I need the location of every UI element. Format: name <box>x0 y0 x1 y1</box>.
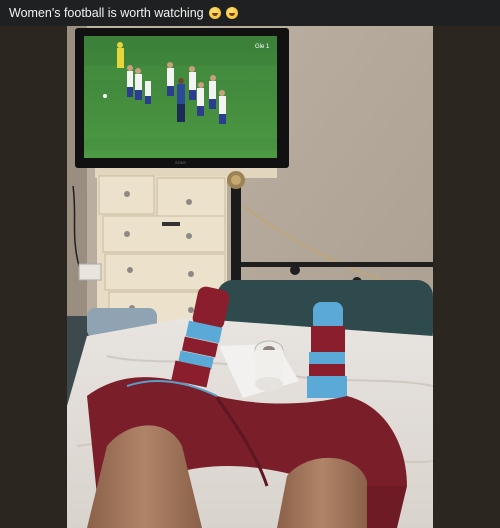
television: Gle 1 SONY <box>75 28 289 168</box>
laughing-emoji-icon <box>208 7 221 19</box>
tv-brand: SONY <box>175 160 187 165</box>
post-caption: Women's football is worth watching <box>9 6 204 20</box>
post-header: Women's football is worth watching <box>0 0 500 26</box>
tv-score-overlay: Gle 1 <box>255 44 270 50</box>
right-sock <box>307 302 347 398</box>
post-photo[interactable]: Gle 1 SONY <box>67 26 433 528</box>
wall-socket <box>78 263 102 281</box>
laughing-emoji-icon <box>225 7 238 19</box>
